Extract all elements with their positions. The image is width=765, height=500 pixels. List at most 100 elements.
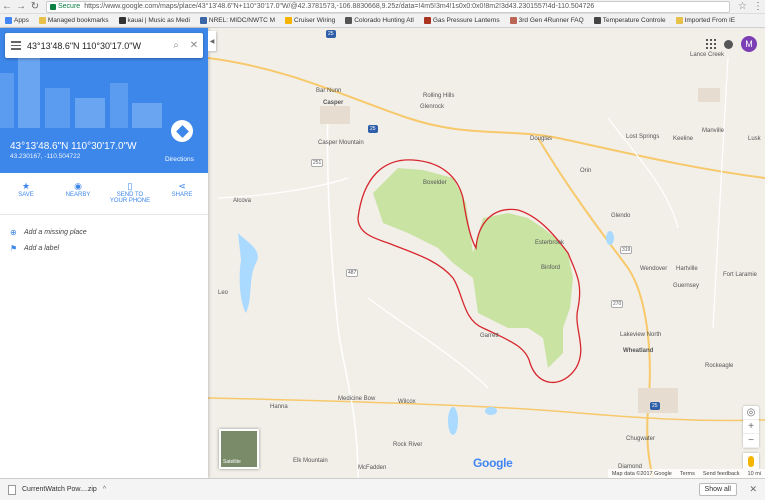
place-label: Esterbrook [535,240,565,246]
map-canvas[interactable]: Lance Creek Bar Nunn Rolling Hills Caspe… [208,28,765,478]
route-shield: 251 [311,159,324,167]
place-label: Glendo [611,213,631,219]
save-button[interactable]: ★ SAVE [0,180,52,204]
site-icon [593,17,601,24]
phone-icon: ▯ [127,180,133,191]
street-view-icon[interactable] [743,453,759,469]
place-label: Boxelder [423,180,447,186]
bookmark-item[interactable]: NREL: MIDC/NWTC M [195,17,280,24]
google-apps-icon[interactable] [706,39,716,49]
zoom-controls: ◎ + − [743,406,759,448]
divider [0,214,208,215]
bookmark-item[interactable]: Temperature Controle [589,17,671,24]
send-to-phone-button[interactable]: ▯ SEND TO YOUR PHONE [104,180,156,205]
close-icon[interactable]: ✕ [749,484,757,495]
interstate-shield: 25 [650,402,660,410]
google-logo: Google [473,456,513,470]
feedback-link[interactable]: Send feedback [703,471,740,477]
site-icon [423,17,431,24]
bookmark-item[interactable]: Imported From IE [671,17,741,24]
reload-icon[interactable]: ↻ [28,0,42,14]
bookmark-item[interactable]: 3rd Gen 4Runner FAQ [505,17,589,24]
map-data-credit: Map data ©2017 Google [611,470,672,477]
nearby-button[interactable]: ◉ NEARBY [52,180,104,204]
route-shield: 487 [346,269,359,277]
place-label: Lusk [748,136,761,142]
route-shield: 270 [611,300,624,308]
place-label: Douglas [530,136,553,142]
satellite-toggle[interactable]: Satellite [219,429,259,469]
place-label: Hartville [676,266,698,272]
search-input[interactable]: 43°13'48.6"N 110°30'17.0"W [27,41,167,51]
folder-icon [675,17,683,24]
my-location-icon[interactable]: ◎ [743,406,759,420]
bookmark-item[interactable]: Gas Pressure Lanterns [419,17,505,24]
site-icon [118,17,126,24]
place-label: Leo [218,290,229,296]
forward-icon[interactable]: → [14,0,28,14]
download-item[interactable]: CurrentWatch Pow....zip ^ [0,484,106,495]
address-bar[interactable]: Secure https://www.google.com/maps/place… [46,0,731,13]
place-label: Rolling Hills [423,93,455,99]
lock-icon [50,3,56,10]
satellite-label: Satellite [223,459,241,465]
bookmark-star-icon[interactable]: ☆ [738,1,747,12]
place-actions: ★ SAVE ◉ NEARBY ▯ SEND TO YOUR PHONE ⋖ S… [0,180,208,205]
place-label: Orin [580,168,592,174]
place-header: 43°13'48.6"N 110°30'17.0"W ⌕ ✕ Direction… [0,28,208,173]
place-label: Hanna [270,404,288,410]
notifications-icon[interactable] [724,39,733,49]
place-label: Manville [702,128,725,134]
place-label: Rock River [393,442,423,448]
folder-icon [38,17,46,24]
share-icon: ⋖ [178,180,186,191]
apps-icon [5,17,12,24]
bookmark-item[interactable]: Cruiser Wiring [280,17,340,24]
search-box[interactable]: 43°13'48.6"N 110°30'17.0"W ⌕ ✕ [5,33,203,58]
show-all-button[interactable]: Show all [698,483,737,496]
share-button[interactable]: ⋖ SHARE [156,180,208,204]
zoom-out-button[interactable]: − [743,434,759,448]
directions-icon[interactable] [171,120,193,142]
place-label: Medicine Bow [338,396,376,402]
scale-bar: 10 mi [747,470,761,477]
search-icon[interactable]: ⌕ [167,40,185,51]
browser-toolbar: ← → ↻ Secure https://www.google.com/maps… [0,0,765,14]
place-label: Elk Mountain [293,458,328,464]
interstate-shield: 25 [368,125,378,133]
avatar[interactable]: M [741,36,757,52]
terms-link[interactable]: Terms [680,471,695,477]
browser-menu-icon[interactable]: ⋮ [751,0,765,14]
back-icon[interactable]: ← [0,0,14,14]
place-label: Binford [541,265,561,271]
place-title: 43°13'48.6"N 110°30'17.0"W [10,141,137,152]
chevron-up-icon[interactable]: ^ [103,486,106,493]
menu-icon[interactable] [5,41,27,50]
bookmark-item[interactable]: kauai | Music as Medi [114,17,195,24]
bookmark-item[interactable]: Colorado Hunting Atl [340,17,419,24]
place-label: Lost Springs [626,134,660,140]
map-footer: Map data ©2017 Google Terms Send feedbac… [607,469,765,478]
add-label-link[interactable]: ⚑ Add a label [10,244,59,253]
decimal-coordinates: 43.230167, -110.504722 [10,153,81,160]
route-shield: 319 [620,246,633,254]
bookmark-item[interactable]: Apps [0,17,34,24]
bookmark-item[interactable]: Managed bookmarks [34,17,114,24]
flag-icon: ⚑ [10,244,18,253]
place-label: Lance Creek [690,52,725,58]
site-icon [199,17,207,24]
download-filename: CurrentWatch Pow....zip [22,486,97,493]
place-label: Fort Laramie [723,272,758,278]
close-icon[interactable]: ✕ [185,40,203,51]
nearby-icon: ◉ [74,180,82,191]
site-icon [345,17,353,24]
directions-label[interactable]: Directions [165,156,194,163]
zoom-in-button[interactable]: + [743,420,759,434]
place-label: Lakeview North [620,332,662,338]
place-label: McFadden [358,465,387,471]
file-icon [8,484,16,495]
add-missing-place-link[interactable]: ⊕ Add a missing place [10,228,87,237]
url-text: https://www.google.com/maps/place/43°13'… [84,3,595,10]
collapse-panel-button[interactable]: ◀ [208,31,216,51]
place-label: Keeline [673,136,694,142]
